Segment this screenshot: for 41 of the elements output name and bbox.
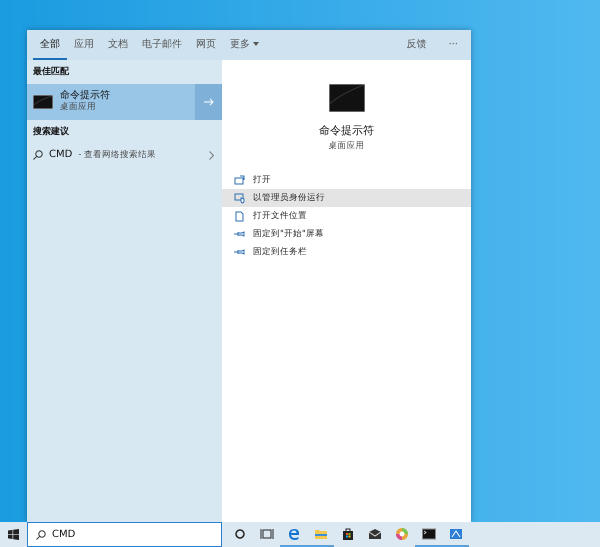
action-item[interactable]: 固定到任务栏 [222, 243, 471, 262]
document-icon [234, 210, 245, 222]
windows-logo-icon [8, 529, 19, 540]
more-options-button[interactable]: ··· [441, 30, 465, 60]
feedback-link[interactable]: 反馈 [399, 30, 434, 60]
shopping-bag-icon [340, 526, 354, 540]
result-subtitle: 桌面应用 [60, 102, 97, 113]
tab[interactable]: 电子邮件 [135, 30, 189, 60]
search-icon [33, 150, 43, 160]
tab[interactable]: 网页 [189, 30, 223, 60]
browser-icon [286, 526, 300, 540]
terminal-icon [422, 526, 436, 540]
section-heading: 最佳匹配 [32, 66, 70, 79]
chevron-icon [209, 150, 214, 160]
action-item[interactable]: 打开 [222, 171, 471, 190]
tab[interactable]: 应用 [67, 30, 101, 60]
color-wheel-icon [394, 526, 408, 540]
open-window-icon [234, 174, 245, 186]
action-item[interactable]: 以管理员身份运行 [222, 189, 471, 208]
envelope-icon [368, 526, 382, 540]
shield-window-icon [234, 192, 245, 204]
search-icon [36, 530, 46, 540]
terminal-icon [328, 84, 364, 112]
suggestion-subtext: - 查看网络搜索结果 [78, 150, 156, 160]
terminal-icon [33, 94, 53, 108]
action-item[interactable]: 打开文件位置 [222, 207, 471, 226]
suggestion-row[interactable]: CMD - 查看网络搜索结果 [27, 143, 222, 167]
app-icon [448, 526, 462, 540]
taskbar-search-field[interactable]: CMD [27, 522, 222, 547]
tab[interactable]: 文档 [101, 30, 135, 60]
preview-title: 命令提示符 [319, 124, 374, 138]
suggestion-text: CMD [49, 149, 72, 161]
section-heading: 搜索建议 [32, 125, 70, 138]
tab[interactable]: 更多 [223, 30, 266, 60]
arrow-icon [204, 98, 214, 106]
result-row[interactable]: 命令提示符 桌面应用 [27, 84, 222, 120]
cortana-icon [232, 526, 246, 540]
action-item[interactable]: 固定到"开始"屏幕 [222, 225, 471, 244]
preview-subtitle: 桌面应用 [328, 141, 364, 152]
result-title: 命令提示符 [60, 90, 110, 102]
task-view-icon [260, 526, 274, 540]
